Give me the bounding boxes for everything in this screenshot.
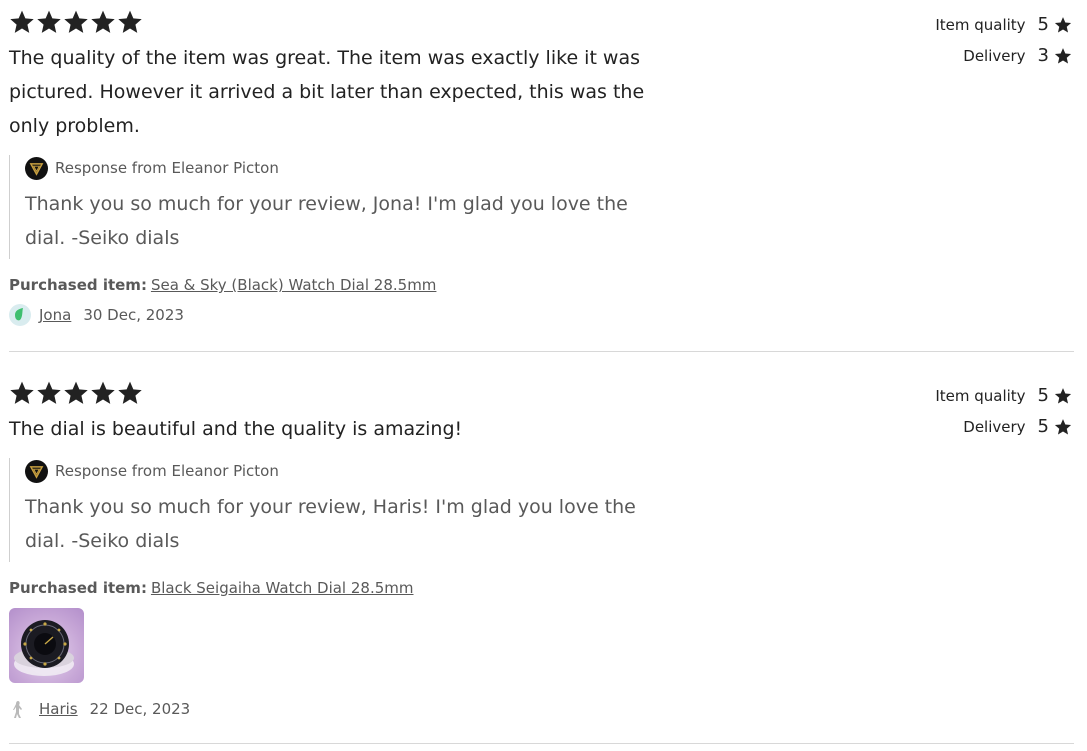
rating-label: Item quality — [935, 386, 1026, 405]
rating-value: 5 — [1037, 416, 1049, 437]
watch-dial-photo-icon — [14, 620, 74, 676]
review-photo[interactable] — [9, 608, 84, 683]
star-icon — [36, 9, 62, 35]
reviewer-info: Haris 22 Dec, 2023 — [9, 698, 190, 720]
avatar-icon — [13, 701, 22, 718]
reviewer-name-link[interactable]: Jona — [39, 306, 71, 324]
shop-logo-icon — [25, 459, 48, 483]
seller-response: Response from Eleanor Picton Thank you s… — [9, 458, 665, 562]
rating-value: 5 — [1037, 385, 1049, 406]
star-rating — [9, 380, 143, 406]
rating-value: 5 — [1037, 14, 1049, 35]
seller-response: Response from Eleanor Picton Thank you s… — [9, 155, 665, 259]
star-icon — [1054, 387, 1072, 405]
star-icon — [90, 380, 116, 406]
star-icon — [1054, 16, 1072, 34]
star-rating — [9, 9, 143, 35]
review-card: Item quality 5 Delivery 5 The dial is be… — [9, 380, 1074, 730]
rating-item-quality: Item quality 5 — [935, 9, 1072, 40]
star-icon — [1054, 418, 1072, 436]
star-icon — [36, 380, 62, 406]
response-text: Thank you so much for your review, Jona!… — [25, 193, 628, 249]
avatar-icon — [15, 308, 23, 321]
review-divider — [9, 743, 1074, 744]
avatar[interactable] — [9, 698, 31, 720]
purchased-item-link[interactable]: Black Seigaiha Watch Dial 28.5mm — [151, 579, 414, 597]
star-icon — [9, 380, 35, 406]
star-icon — [90, 9, 116, 35]
response-from: Response from Eleanor Picton — [55, 159, 279, 177]
star-icon — [63, 9, 89, 35]
review-divider — [9, 351, 1074, 352]
review-text: The dial is beautiful and the quality is… — [9, 418, 463, 440]
rating-label: Delivery — [963, 417, 1026, 436]
purchased-item: Purchased item: Black Seigaiha Watch Dial… — [9, 579, 414, 597]
purchased-label: Purchased item: — [9, 276, 147, 294]
shop-logo-icon — [25, 156, 48, 180]
rating-item-quality: Item quality 5 — [935, 380, 1072, 411]
star-icon — [9, 9, 35, 35]
sub-ratings: Item quality 5 Delivery 3 — [935, 9, 1072, 71]
response-header: Response from Eleanor Picton — [25, 155, 665, 181]
review-date: 30 Dec, 2023 — [83, 306, 184, 324]
reviewer-info: Jona 30 Dec, 2023 — [9, 304, 184, 326]
response-text: Thank you so much for your review, Haris… — [25, 496, 636, 552]
rating-value: 3 — [1037, 45, 1049, 66]
sub-ratings: Item quality 5 Delivery 5 — [935, 380, 1072, 442]
purchased-label: Purchased item: — [9, 579, 147, 597]
rating-label: Delivery — [963, 46, 1026, 65]
star-icon — [1054, 47, 1072, 65]
purchased-item: Purchased item: Sea & Sky (Black) Watch D… — [9, 276, 436, 294]
rating-label: Item quality — [935, 15, 1026, 34]
review-card: Item quality 5 Delivery 3 The quality of… — [9, 9, 1074, 339]
reviewer-name-link[interactable]: Haris — [39, 700, 78, 718]
avatar[interactable] — [9, 304, 31, 326]
review-date: 22 Dec, 2023 — [89, 700, 191, 718]
star-icon — [63, 380, 89, 406]
star-icon — [117, 380, 143, 406]
rating-delivery: Delivery 3 — [935, 40, 1072, 71]
rating-delivery: Delivery 5 — [935, 411, 1072, 442]
response-header: Response from Eleanor Picton — [25, 458, 665, 484]
review-text: The quality of the item was great. The i… — [9, 47, 645, 137]
star-icon — [117, 9, 143, 35]
response-from: Response from Eleanor Picton — [55, 462, 279, 480]
purchased-item-link[interactable]: Sea & Sky (Black) Watch Dial 28.5mm — [151, 276, 436, 294]
